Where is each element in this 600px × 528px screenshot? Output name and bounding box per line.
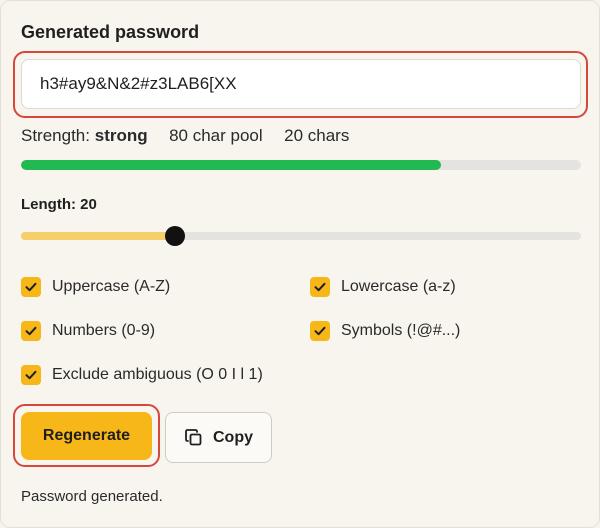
option-uppercase[interactable]: Uppercase (A-Z) <box>21 277 170 297</box>
strength-row: Strength: strong 80 char pool 20 chars <box>21 126 349 146</box>
option-numbers[interactable]: Numbers (0-9) <box>21 321 155 341</box>
lowercase-label: Lowercase (a-z) <box>341 278 456 295</box>
password-generator-card: Generated password Strength: strong 80 c… <box>0 0 600 528</box>
strength-meter <box>21 160 581 170</box>
copy-icon <box>185 428 202 445</box>
regenerate-button[interactable]: Regenerate <box>21 412 152 460</box>
length-slider-fill <box>21 232 175 240</box>
option-symbols[interactable]: Symbols (!@#...) <box>310 321 460 341</box>
symbols-label: Symbols (!@#...) <box>341 322 461 339</box>
strength-meter-fill <box>21 160 441 170</box>
exclude-ambiguous-label: Exclude ambiguous (O 0 I l 1) <box>52 366 263 383</box>
status-message: Password generated. <box>21 488 163 505</box>
checkmark-icon <box>25 282 37 292</box>
page-title: Generated password <box>21 22 200 42</box>
char-pool-info: 80 char pool <box>169 126 263 145</box>
length-slider[interactable] <box>21 226 581 246</box>
password-field[interactable] <box>21 59 581 109</box>
checkmark-icon <box>25 370 37 380</box>
numbers-checkbox[interactable] <box>21 321 41 341</box>
checkmark-icon <box>314 282 326 292</box>
length-slider-thumb[interactable] <box>165 226 185 246</box>
symbols-checkbox[interactable] <box>310 321 330 341</box>
length-label: Length: 20 <box>21 196 97 213</box>
option-exclude-ambiguous[interactable]: Exclude ambiguous (O 0 I l 1) <box>21 365 263 385</box>
checkmark-icon <box>314 326 326 336</box>
uppercase-checkbox[interactable] <box>21 277 41 297</box>
exclude-ambiguous-checkbox[interactable] <box>21 365 41 385</box>
char-count-info: 20 chars <box>284 126 350 145</box>
lowercase-checkbox[interactable] <box>310 277 330 297</box>
numbers-label: Numbers (0-9) <box>52 322 156 339</box>
uppercase-label: Uppercase (A-Z) <box>52 278 171 295</box>
option-lowercase[interactable]: Lowercase (a-z) <box>310 277 456 297</box>
strength-value: strong <box>94 126 148 145</box>
copy-label: Copy <box>213 428 253 446</box>
checkmark-icon <box>25 326 37 336</box>
copy-button[interactable]: Copy <box>165 412 272 463</box>
strength-label: Strength: <box>21 126 90 145</box>
